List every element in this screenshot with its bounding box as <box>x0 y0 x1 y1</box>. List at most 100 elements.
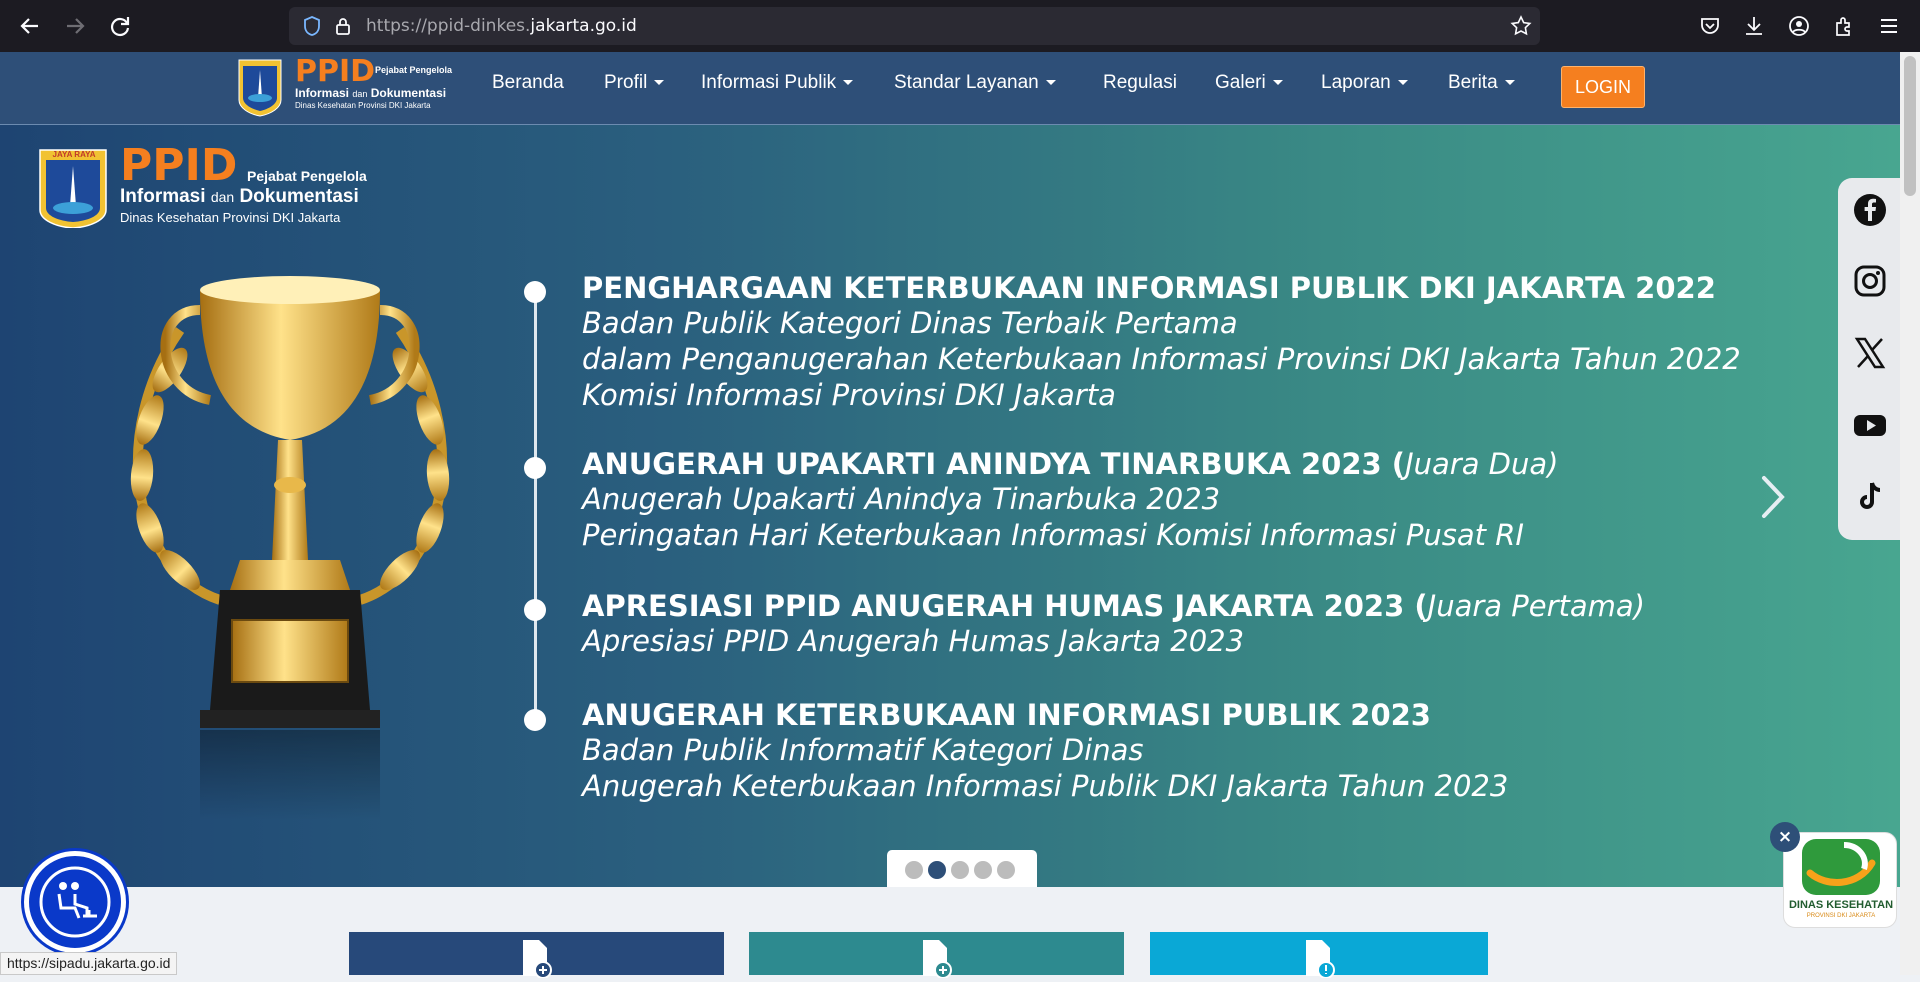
account-icon[interactable] <box>1787 14 1811 38</box>
carousel-dot-active[interactable] <box>928 861 946 879</box>
login-button[interactable]: LOGIN <box>1561 66 1645 108</box>
scrollbar-thumb[interactable] <box>1904 56 1916 196</box>
caret-down-icon <box>654 80 665 86</box>
carousel-dot[interactable] <box>951 861 969 879</box>
carousel-dot[interactable] <box>974 861 992 879</box>
menu-standar-layanan[interactable]: Standar Layanan <box>894 52 1056 125</box>
award-item: APRESIASI PPID ANUGERAH HUMAS JAKARTA 20… <box>582 589 1645 659</box>
service-card[interactable] <box>349 932 724 979</box>
accessibility-button[interactable] <box>24 851 126 953</box>
hero-carousel: JAYA RAYA PPID Pejabat Pengelola Informa… <box>0 125 1900 887</box>
header-logo-sub1: Pejabat Pengelola <box>375 65 453 75</box>
lock-icon[interactable] <box>332 15 354 37</box>
header-logo-sub2b: dan <box>352 89 368 99</box>
pocket-icon[interactable] <box>1698 14 1722 38</box>
timeline-bullet <box>524 281 546 303</box>
award-line: Apresiasi PPID Anugerah Humas Jakarta 20… <box>582 624 1245 658</box>
download-icon[interactable] <box>1742 14 1766 38</box>
carousel-dot[interactable] <box>905 861 923 879</box>
facebook-icon[interactable] <box>1853 193 1887 227</box>
header-logo-sub2a: Informasi <box>295 86 350 100</box>
caret-down-icon <box>1504 80 1515 86</box>
carousel-indicators <box>887 850 1037 887</box>
hero-logo-sub1: Pejabat Pengelola <box>247 168 367 184</box>
header-logo[interactable]: PPID Pejabat Pengelola Informasi dan Dok… <box>237 54 467 118</box>
next-slide-arrow-icon[interactable] <box>1758 472 1788 522</box>
url-prefix: https://ppid-dinkes. <box>366 16 531 36</box>
x-twitter-icon[interactable] <box>1853 336 1887 370</box>
award-item: ANUGERAH KETERBUKAAN INFORMASI PUBLIK 20… <box>582 698 1508 804</box>
award-line: Komisi Informasi Provinsi DKI Jakarta <box>582 378 1116 412</box>
award-title-note: Juara Pertama) <box>1427 589 1645 623</box>
hero-logo-sub2b: dan <box>210 189 235 205</box>
menu-label: Regulasi <box>1103 72 1177 93</box>
service-card[interactable] <box>749 932 1124 979</box>
shield-icon[interactable] <box>301 15 323 37</box>
url-text[interactable]: https://ppid-dinkes.jakarta.go.id <box>366 7 637 45</box>
hero-logo-seal: JAYA RAYA <box>52 150 96 159</box>
timeline-line <box>534 288 537 718</box>
menu-label: Berita <box>1448 72 1498 93</box>
address-bar[interactable]: https://ppid-dinkes.jakarta.go.id <box>289 7 1540 45</box>
reload-icon[interactable] <box>106 12 134 40</box>
status-url: https://sipadu.jakarta.go.id <box>0 952 178 975</box>
page-scrollbar[interactable] <box>1900 52 1920 975</box>
header-logo-title: PPID <box>295 54 376 89</box>
dinkes-badge[interactable]: DINAS KESEHATAN PROVINSI DKI JAKARTA <box>1783 832 1897 928</box>
youtube-icon[interactable] <box>1853 408 1887 442</box>
award-title: ANUGERAH KETERBUKAAN INFORMASI PUBLIK 20… <box>582 698 1508 732</box>
menu-informasi-publik[interactable]: Informasi Publik <box>701 52 854 125</box>
award-item: ANUGERAH UPAKARTI ANINDYA TINARBUKA 2023… <box>582 447 1558 553</box>
caret-down-icon <box>843 80 854 86</box>
award-line: Badan Publik Kategori Dinas Terbaik Pert… <box>582 306 1238 340</box>
hero-logo-sub2c: Dokumentasi <box>239 186 359 207</box>
award-title-text: APRESIASI PPID ANUGERAH HUMAS JAKARTA 20… <box>582 589 1428 623</box>
award-line: Badan Publik Informatif Kategori Dinas <box>582 733 1144 767</box>
dinkes-sub: PROVINSI DKI JAKARTA <box>1806 913 1876 919</box>
back-icon[interactable] <box>16 12 44 40</box>
timeline-bullet <box>524 599 546 621</box>
dinkes-label: DINAS KESEHATAN <box>1788 899 1894 911</box>
header-logo-sub2c: Dokumentasi <box>370 86 447 100</box>
award-line: dalam Penganugerahan Keterbukaan Informa… <box>582 342 1741 376</box>
document-add-icon <box>915 938 955 979</box>
hero-logo-title: PPID <box>120 140 238 191</box>
service-card[interactable] <box>1150 932 1488 979</box>
close-badge-button[interactable]: × <box>1770 822 1800 852</box>
menu-galeri[interactable]: Galeri <box>1215 52 1283 125</box>
menu-beranda[interactable]: Beranda <box>492 52 564 125</box>
award-title: ANUGERAH UPAKARTI ANINDYA TINARBUKA 2023… <box>582 447 1558 481</box>
menu-label: Standar Layanan <box>894 72 1039 93</box>
caret-down-icon <box>1397 80 1408 86</box>
menu-laporan[interactable]: Laporan <box>1321 52 1408 125</box>
carousel-dot[interactable] <box>997 861 1015 879</box>
hero-logo: JAYA RAYA PPID Pejabat Pengelola Informa… <box>38 140 378 229</box>
menu-label: Informasi Publik <box>701 72 837 93</box>
award-item: PENGHARGAAN KETERBUKAAN INFORMASI PUBLIK… <box>582 271 1741 413</box>
tiktok-icon[interactable] <box>1853 480 1887 514</box>
award-title-text: PENGHARGAAN KETERBUKAAN INFORMASI PUBLIK… <box>582 271 1716 305</box>
forward-icon[interactable] <box>61 12 89 40</box>
document-add-icon <box>515 938 555 979</box>
award-line: Peringatan Hari Keterbukaan Informasi Ko… <box>582 518 1524 552</box>
browser-toolbar: https://ppid-dinkes.jakarta.go.id <box>0 0 1920 52</box>
award-line: Anugerah Keterbukaan Informasi Publik DK… <box>582 769 1509 803</box>
menu-profil[interactable]: Profil <box>604 52 665 125</box>
menu-label: Laporan <box>1321 72 1391 93</box>
menu-regulasi[interactable]: Regulasi <box>1103 52 1177 125</box>
award-title-text: ANUGERAH UPAKARTI ANINDYA TINARBUKA 2023… <box>582 447 1406 481</box>
header-logo-sub3: Dinas Kesehatan Provinsi DKI Jakarta <box>295 101 431 110</box>
award-title: PENGHARGAAN KETERBUKAAN INFORMASI PUBLIK… <box>582 271 1741 305</box>
bookmark-star-icon[interactable] <box>1510 15 1532 37</box>
menu-label: Beranda <box>492 72 564 93</box>
caret-down-icon <box>1045 80 1056 86</box>
award-line: Anugerah Upakarti Anindya Tinarbuka 2023 <box>582 482 1221 516</box>
instagram-icon[interactable] <box>1853 264 1887 298</box>
menu-icon[interactable] <box>1877 14 1901 38</box>
url-domain: jakarta.go.id <box>530 16 637 36</box>
menu-berita[interactable]: Berita <box>1448 52 1515 125</box>
timeline-bullet <box>524 457 546 479</box>
hero-logo-sub2a: Informasi <box>120 186 206 207</box>
social-sidebar <box>1838 178 1900 540</box>
extensions-icon[interactable] <box>1832 14 1856 38</box>
